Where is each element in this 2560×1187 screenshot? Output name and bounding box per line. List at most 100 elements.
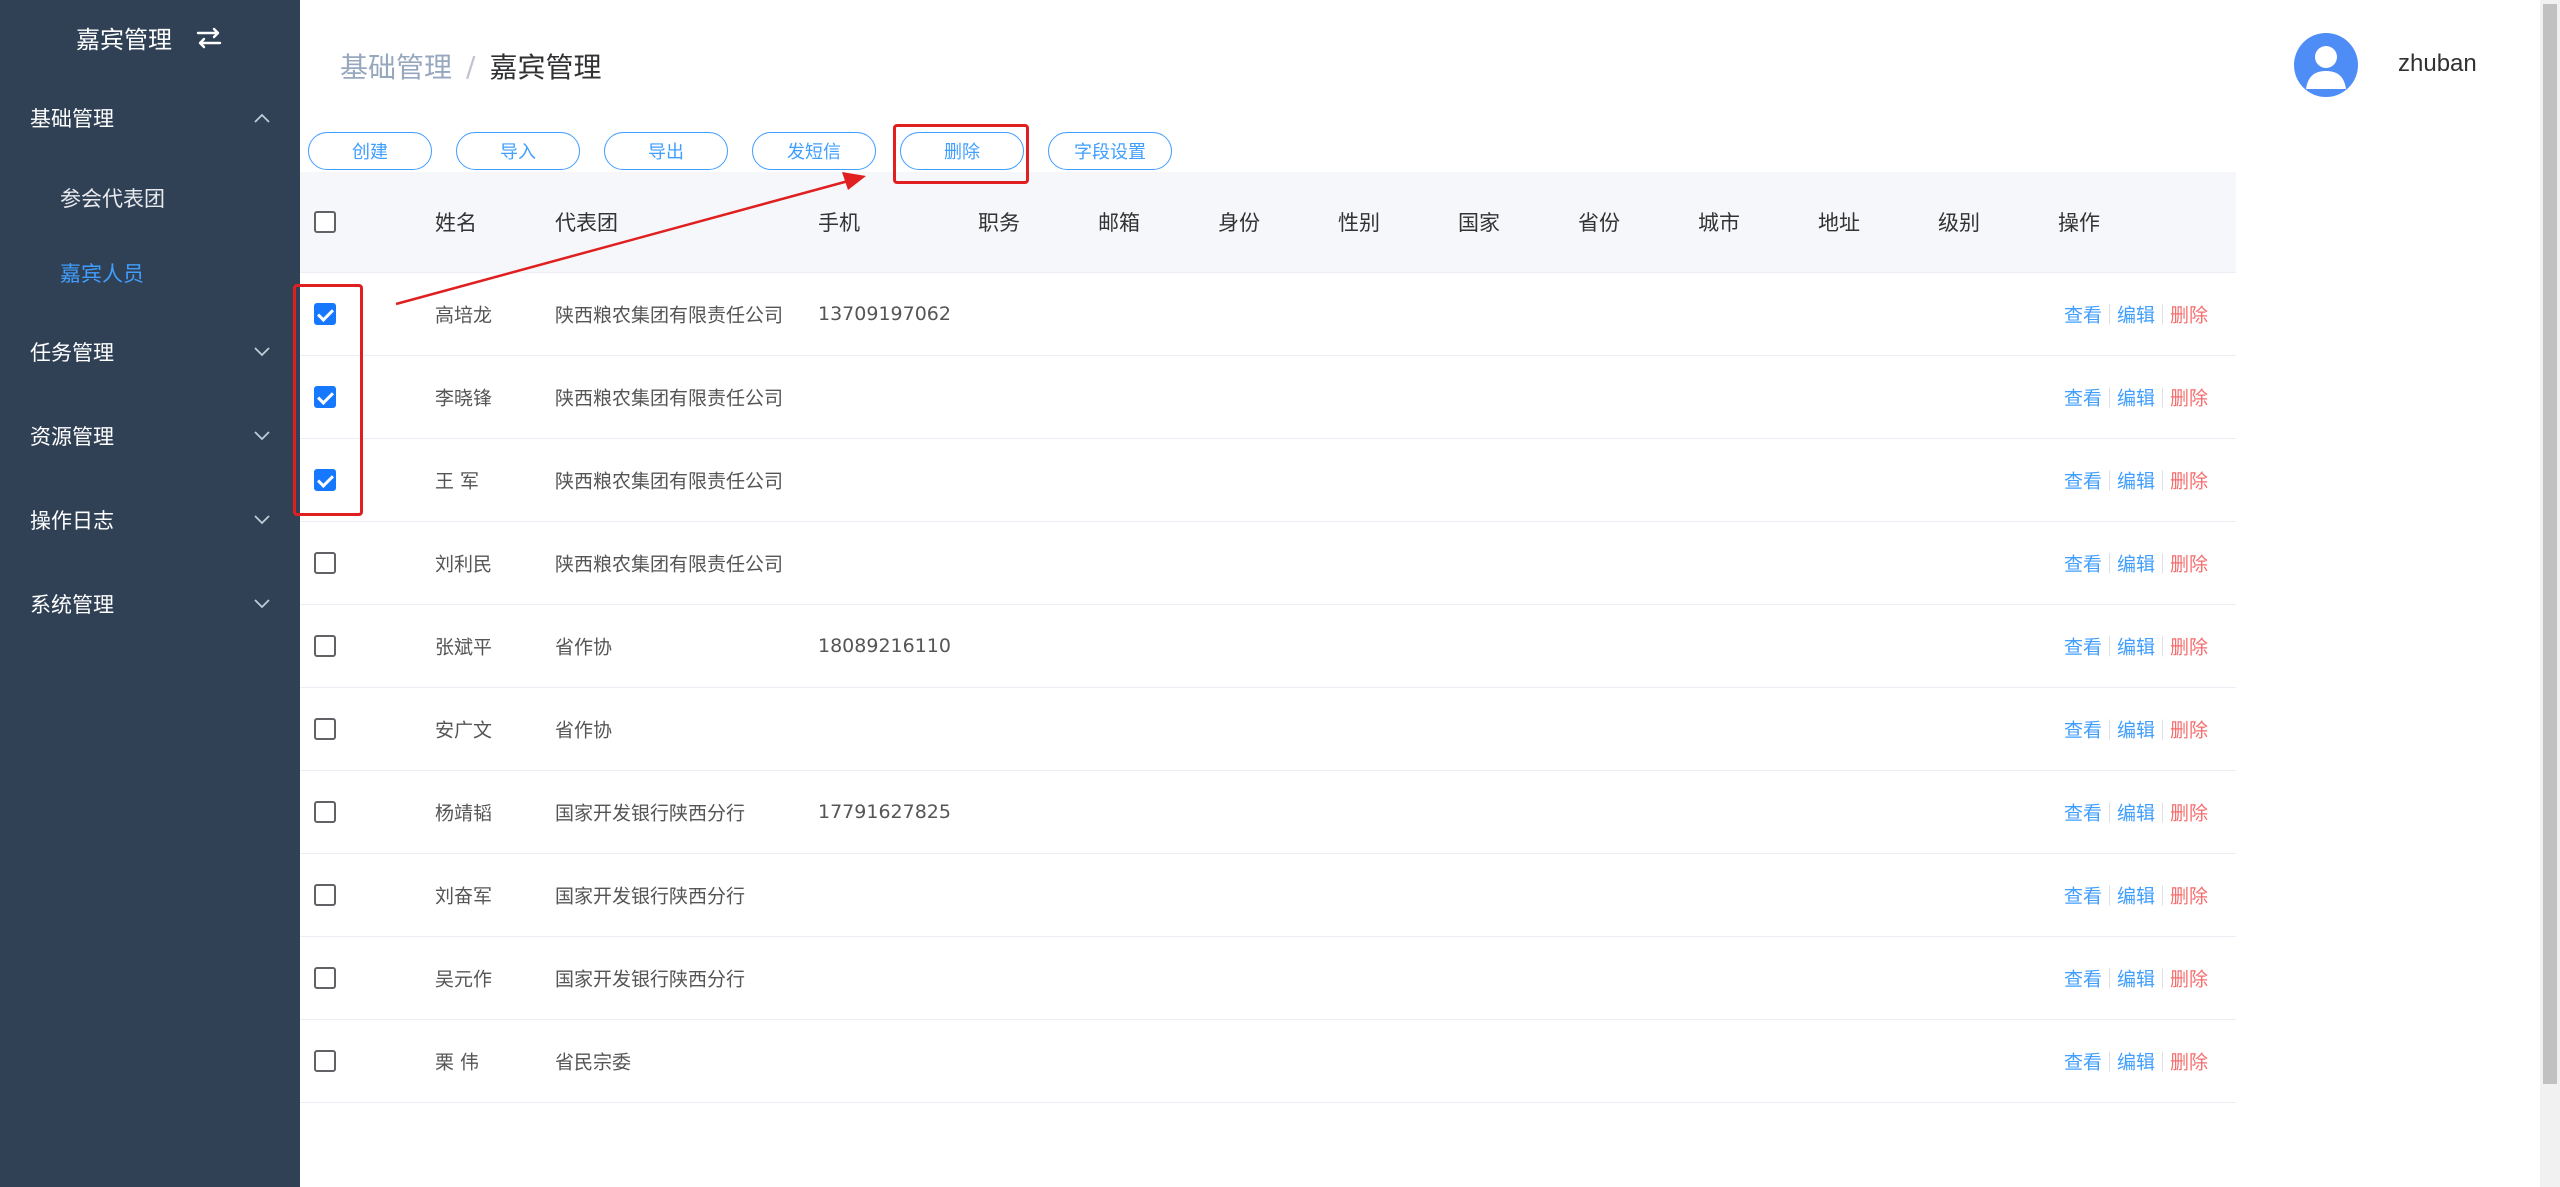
- row-checkbox[interactable]: [314, 967, 336, 989]
- view-link[interactable]: 查看: [2064, 550, 2102, 577]
- edit-link[interactable]: 编辑: [2117, 301, 2155, 328]
- delete-link[interactable]: 删除: [2170, 550, 2208, 577]
- breadcrumb-current: 嘉宾管理: [489, 51, 602, 84]
- sidebar-group-task[interactable]: 任务管理: [0, 310, 300, 394]
- edit-link[interactable]: 编辑: [2117, 384, 2155, 411]
- table-row: 王 军 陕西粮农集团有限责任公司 查看 编辑 删除: [300, 439, 2236, 522]
- table-row: 杨靖韬 国家开发银行陕西分行 17791627825 查看 编辑 删除: [300, 771, 2236, 854]
- sidebar-item-delegation[interactable]: 参会代表团: [0, 160, 300, 235]
- edit-link[interactable]: 编辑: [2117, 633, 2155, 660]
- action-divider: [2109, 470, 2111, 490]
- edit-link[interactable]: 编辑: [2117, 1048, 2155, 1075]
- field-settings-button[interactable]: 字段设置: [1048, 132, 1172, 170]
- cell-delegation: 陕西粮农集团有限责任公司: [555, 470, 784, 493]
- row-checkbox[interactable]: [314, 718, 336, 740]
- page-scrollbar[interactable]: [2540, 0, 2560, 1187]
- column-header-ops: 操作: [2058, 211, 2100, 235]
- sidebar: 嘉宾管理 基础管理 参会代表团 嘉宾人员 任务管理 资源管理 操作日志 系统管理: [0, 0, 300, 1187]
- select-all-checkbox[interactable]: [314, 211, 336, 233]
- annotation-checkbox-highlight: [293, 284, 363, 516]
- delete-link[interactable]: 删除: [2170, 799, 2208, 826]
- action-divider: [2109, 636, 2111, 656]
- delete-link[interactable]: 删除: [2170, 384, 2208, 411]
- cell-name: 吴元作: [435, 968, 493, 991]
- row-actions: 查看 编辑 删除: [2064, 965, 2208, 992]
- view-link[interactable]: 查看: [2064, 716, 2102, 743]
- view-link[interactable]: 查看: [2064, 1048, 2102, 1075]
- view-link[interactable]: 查看: [2064, 467, 2102, 494]
- column-header-country: 国家: [1458, 211, 1500, 235]
- edit-link[interactable]: 编辑: [2117, 882, 2155, 909]
- action-divider: [2109, 387, 2111, 407]
- column-header-delegation: 代表团: [555, 211, 618, 235]
- delete-link[interactable]: 删除: [2170, 633, 2208, 660]
- edit-link[interactable]: 编辑: [2117, 716, 2155, 743]
- sidebar-item-guests[interactable]: 嘉宾人员: [0, 235, 300, 310]
- edit-link[interactable]: 编辑: [2117, 467, 2155, 494]
- delete-link[interactable]: 删除: [2170, 1048, 2208, 1075]
- row-checkbox[interactable]: [314, 801, 336, 823]
- table-row: 李晓锋 陕西粮农集团有限责任公司 查看 编辑 删除: [300, 356, 2236, 439]
- guest-table: 姓名 代表团 手机 职务 邮箱 身份 性别 国家 省份 城市 地址 级别 操作 …: [300, 172, 2236, 1103]
- table-row: 栗 伟 省民宗委 查看 编辑 删除: [300, 1020, 2236, 1103]
- app-title: 嘉宾管理: [76, 26, 172, 54]
- delete-link[interactable]: 删除: [2170, 882, 2208, 909]
- cell-phone: 13709197062: [818, 303, 951, 325]
- chevron-down-icon: [254, 599, 270, 609]
- username[interactable]: zhuban: [2398, 50, 2477, 78]
- cell-phone: 18089216110: [818, 635, 951, 657]
- action-divider: [2162, 1051, 2164, 1071]
- cell-delegation: 陕西粮农集团有限责任公司: [555, 304, 784, 327]
- table-row: 张斌平 省作协 18089216110 查看 编辑 删除: [300, 605, 2236, 688]
- row-actions: 查看 编辑 删除: [2064, 799, 2208, 826]
- toggle-sidebar-icon[interactable]: [194, 27, 224, 49]
- sidebar-group-log[interactable]: 操作日志: [0, 478, 300, 562]
- cell-name: 高培龙: [435, 304, 493, 327]
- export-button[interactable]: 导出: [604, 132, 728, 170]
- row-checkbox[interactable]: [314, 1050, 336, 1072]
- row-checkbox[interactable]: [314, 635, 336, 657]
- action-divider: [2162, 885, 2164, 905]
- column-header-name: 姓名: [435, 211, 477, 235]
- sidebar-group-resource[interactable]: 资源管理: [0, 394, 300, 478]
- cell-name: 安广文: [435, 719, 493, 742]
- cell-name: 刘利民: [435, 553, 493, 576]
- view-link[interactable]: 查看: [2064, 633, 2102, 660]
- column-header-gender: 性别: [1338, 211, 1380, 235]
- delete-link[interactable]: 删除: [2170, 467, 2208, 494]
- view-link[interactable]: 查看: [2064, 965, 2102, 992]
- delete-link[interactable]: 删除: [2170, 965, 2208, 992]
- action-divider: [2109, 553, 2111, 573]
- view-link[interactable]: 查看: [2064, 301, 2102, 328]
- action-divider: [2162, 470, 2164, 490]
- edit-link[interactable]: 编辑: [2117, 965, 2155, 992]
- delete-link[interactable]: 删除: [2170, 301, 2208, 328]
- cell-delegation: 国家开发银行陕西分行: [555, 885, 746, 908]
- edit-link[interactable]: 编辑: [2117, 550, 2155, 577]
- row-actions: 查看 编辑 删除: [2064, 467, 2208, 494]
- cell-name: 栗 伟: [435, 1051, 480, 1074]
- cell-name: 张斌平: [435, 636, 493, 659]
- delete-link[interactable]: 删除: [2170, 716, 2208, 743]
- view-link[interactable]: 查看: [2064, 799, 2102, 826]
- row-checkbox[interactable]: [314, 884, 336, 906]
- action-divider: [2162, 968, 2164, 988]
- table-body: 高培龙 陕西粮农集团有限责任公司 13709197062 查看 编辑 删除 李晓锋 陕西粮农集…: [300, 273, 2236, 1103]
- cell-delegation: 省作协: [555, 636, 613, 659]
- send-sms-button[interactable]: 发短信: [752, 132, 876, 170]
- view-link[interactable]: 查看: [2064, 882, 2102, 909]
- import-button[interactable]: 导入: [456, 132, 580, 170]
- column-header-city: 城市: [1698, 211, 1740, 235]
- sidebar-group-system[interactable]: 系统管理: [0, 562, 300, 646]
- create-button[interactable]: 创建: [308, 132, 432, 170]
- action-divider: [2162, 553, 2164, 573]
- action-divider: [2109, 1051, 2111, 1071]
- breadcrumb-parent[interactable]: 基础管理: [340, 46, 452, 86]
- sidebar-group-basic[interactable]: 基础管理: [0, 76, 300, 160]
- edit-link[interactable]: 编辑: [2117, 799, 2155, 826]
- row-checkbox[interactable]: [314, 552, 336, 574]
- view-link[interactable]: 查看: [2064, 384, 2102, 411]
- scrollbar-thumb[interactable]: [2543, 4, 2557, 1084]
- avatar[interactable]: [2294, 33, 2358, 97]
- chevron-down-icon: [254, 515, 270, 525]
